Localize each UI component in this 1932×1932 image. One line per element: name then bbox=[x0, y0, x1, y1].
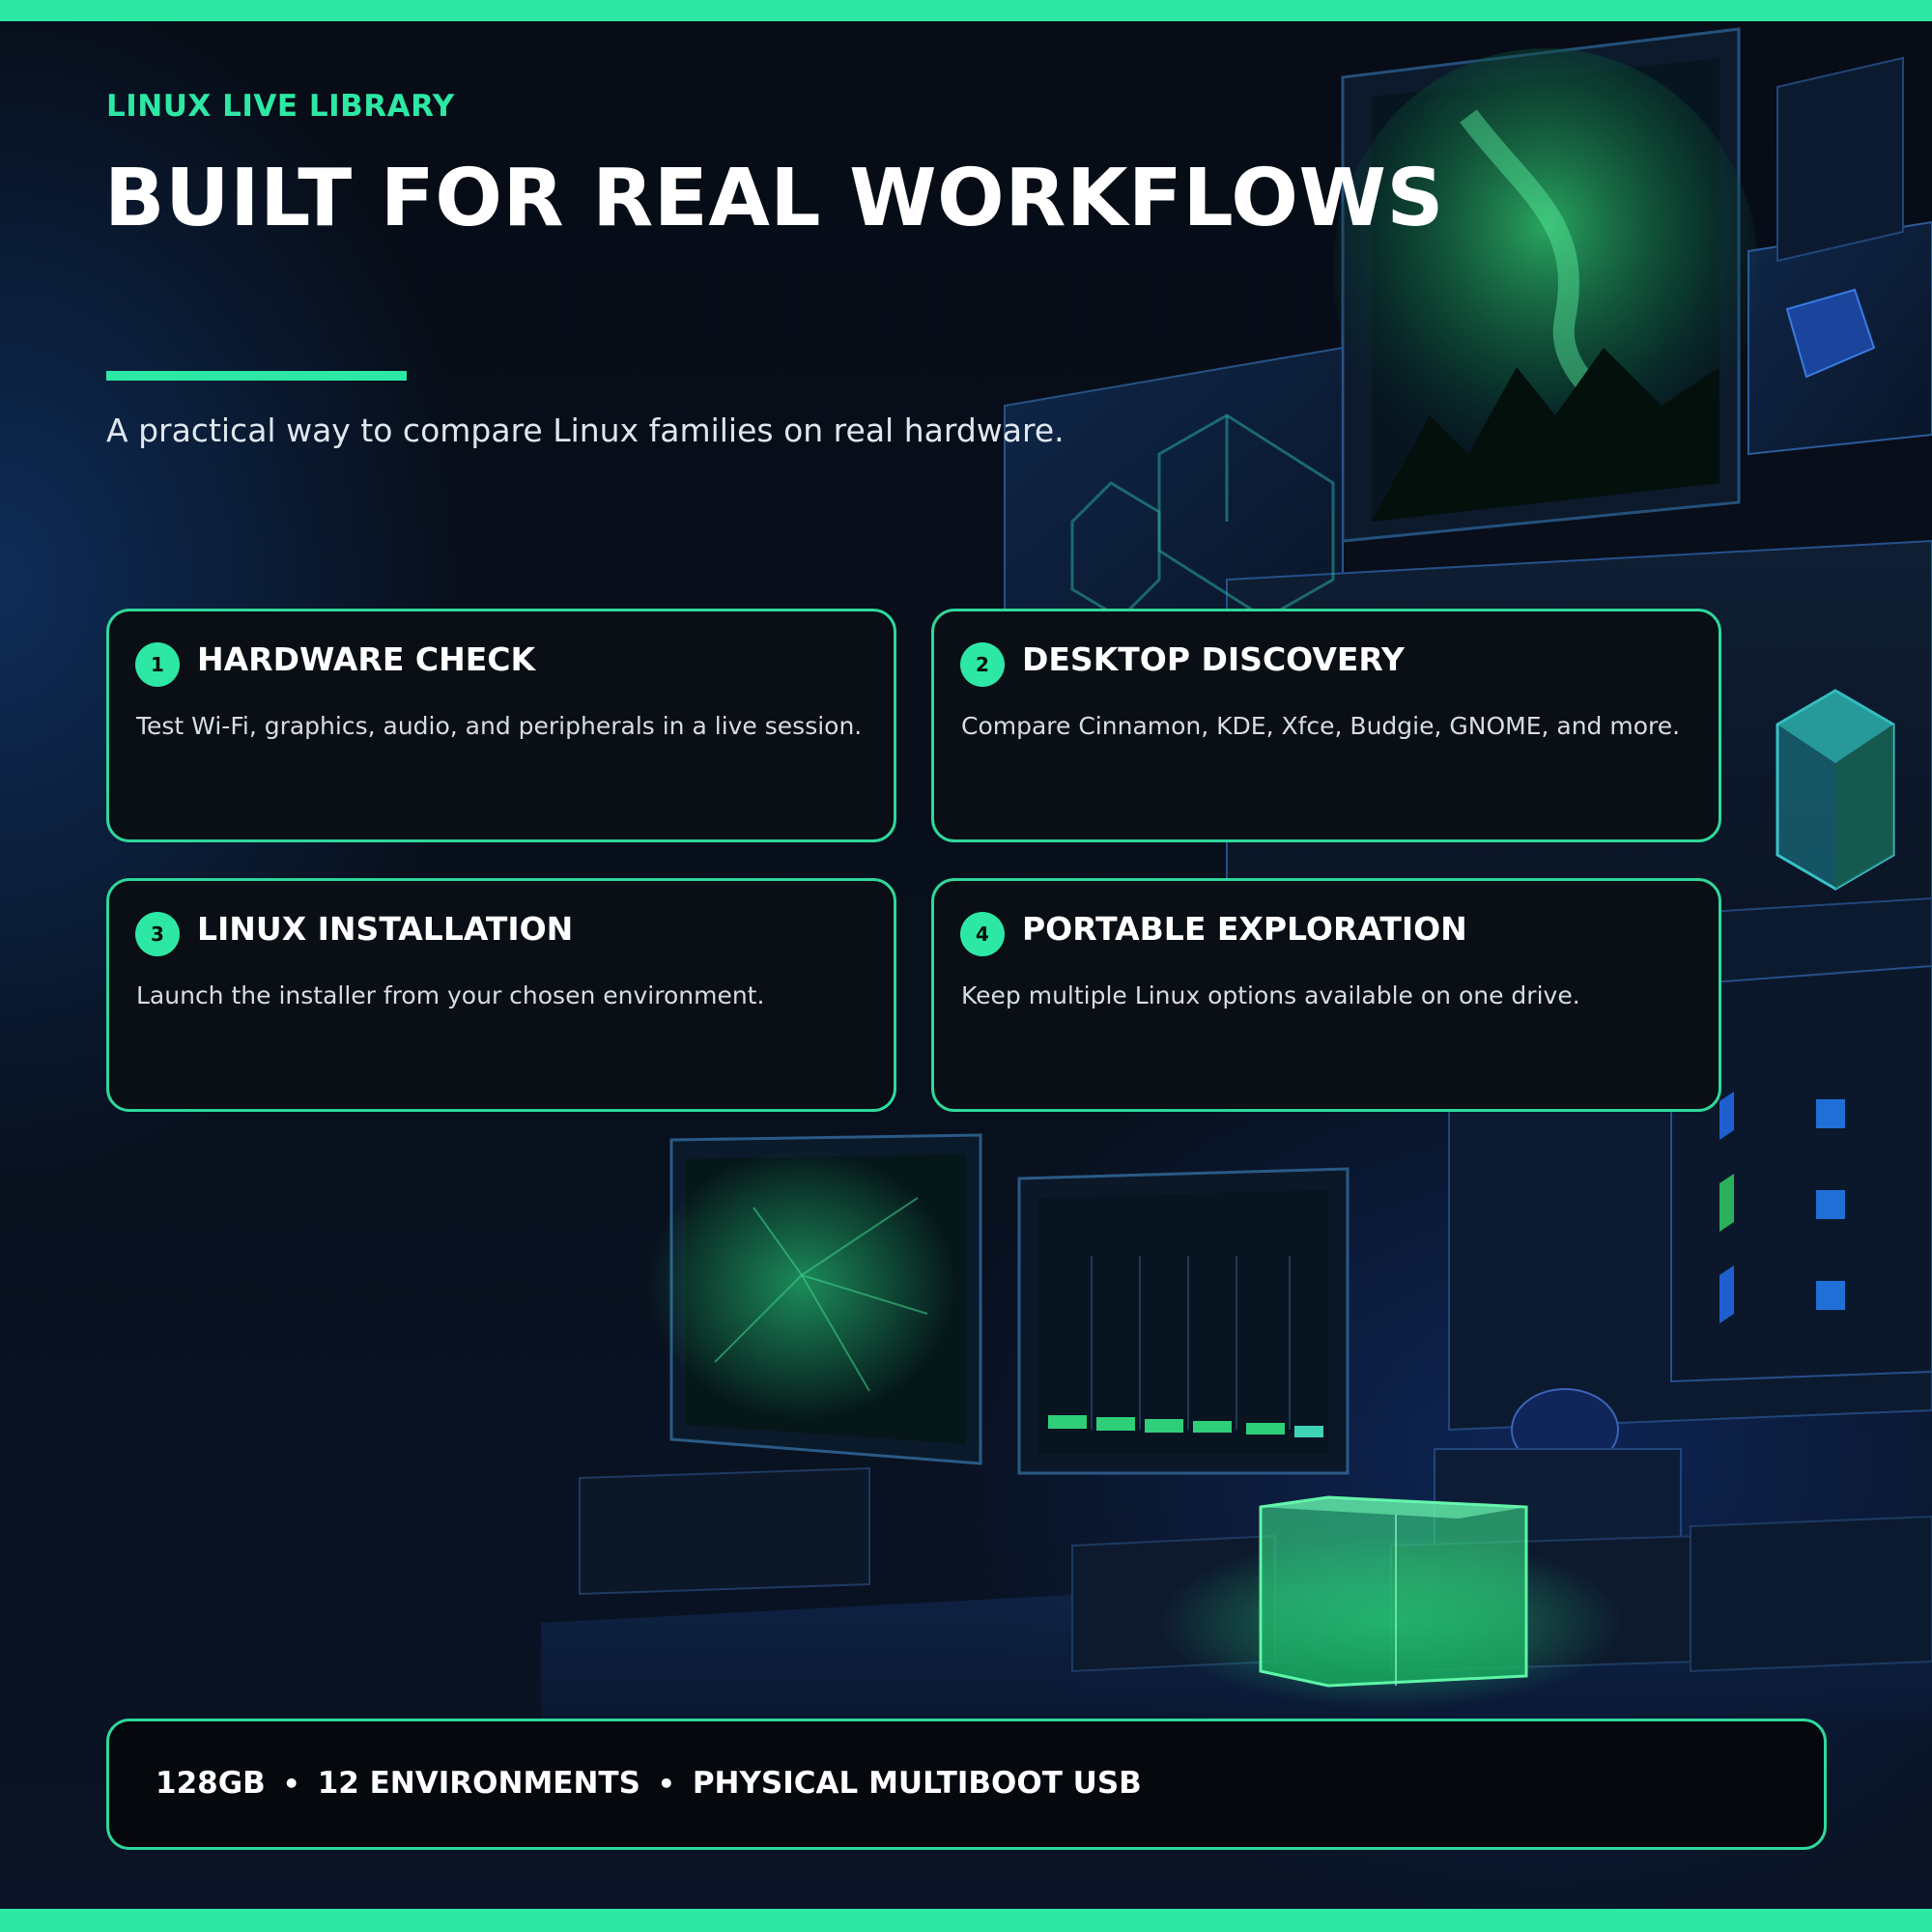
number-badge-icon: 1 bbox=[135, 642, 180, 687]
page-subtitle: A practical way to compare Linux familie… bbox=[106, 412, 1065, 449]
card-title: HARDWARE CHECK bbox=[197, 640, 536, 678]
feature-card-linux-installation: 3 LINUX INSTALLATION Launch the installe… bbox=[106, 878, 896, 1112]
separator-dot: • bbox=[282, 1768, 300, 1800]
page: LINUX LIVE LIBRARY BUILT FOR REAL WORKFL… bbox=[0, 0, 1932, 1932]
separator-dot: • bbox=[657, 1768, 675, 1800]
accent-divider bbox=[106, 371, 407, 381]
aurora-monitor bbox=[1333, 27, 1758, 543]
feature-card-portable-exploration: 4 PORTABLE EXPLORATION Keep multiple Lin… bbox=[931, 878, 1721, 1112]
card-description: Keep multiple Linux options available on… bbox=[961, 981, 1580, 1009]
card-title: LINUX INSTALLATION bbox=[197, 910, 574, 948]
dashboard-monitor bbox=[1017, 1167, 1350, 1475]
bottom-accent-bar bbox=[0, 1909, 1932, 1932]
number-badge-icon: 2 bbox=[960, 642, 1005, 687]
spec-environments: 12 ENVIRONMENTS bbox=[317, 1766, 640, 1801]
card-description: Compare Cinnamon, KDE, Xfce, Budgie, GNO… bbox=[961, 712, 1681, 740]
top-accent-bar bbox=[0, 0, 1932, 21]
spec-type: PHYSICAL MULTIBOOT USB bbox=[692, 1766, 1142, 1801]
card-description: Launch the installer from your chosen en… bbox=[136, 981, 765, 1009]
number-badge-icon: 3 bbox=[135, 912, 180, 956]
feature-card-hardware-check: 1 HARDWARE CHECK Test Wi-Fi, graphics, a… bbox=[106, 609, 896, 842]
number-badge-icon: 4 bbox=[960, 912, 1005, 956]
specs-bar: 128GB • 12 ENVIRONMENTS • PHYSICAL MULTIBOOT… bbox=[106, 1719, 1827, 1850]
card-description: Test Wi-Fi, graphics, audio, and periphe… bbox=[136, 712, 863, 740]
network-monitor bbox=[647, 1133, 982, 1465]
card-title: DESKTOP DISCOVERY bbox=[1022, 640, 1405, 678]
eyebrow-label: LINUX LIVE LIBRARY bbox=[106, 89, 455, 124]
card-title: PORTABLE EXPLORATION bbox=[1022, 910, 1467, 948]
page-title: BUILT FOR REAL WORKFLOWS bbox=[104, 153, 1444, 244]
crystal-gem bbox=[1776, 689, 1895, 891]
feature-card-desktop-discovery: 2 DESKTOP DISCOVERY Compare Cinnamon, KD… bbox=[931, 609, 1721, 842]
specs-text: 128GB • 12 ENVIRONMENTS • PHYSICAL MULTIBOOT… bbox=[156, 1766, 1142, 1801]
spec-capacity: 128GB bbox=[156, 1766, 266, 1801]
